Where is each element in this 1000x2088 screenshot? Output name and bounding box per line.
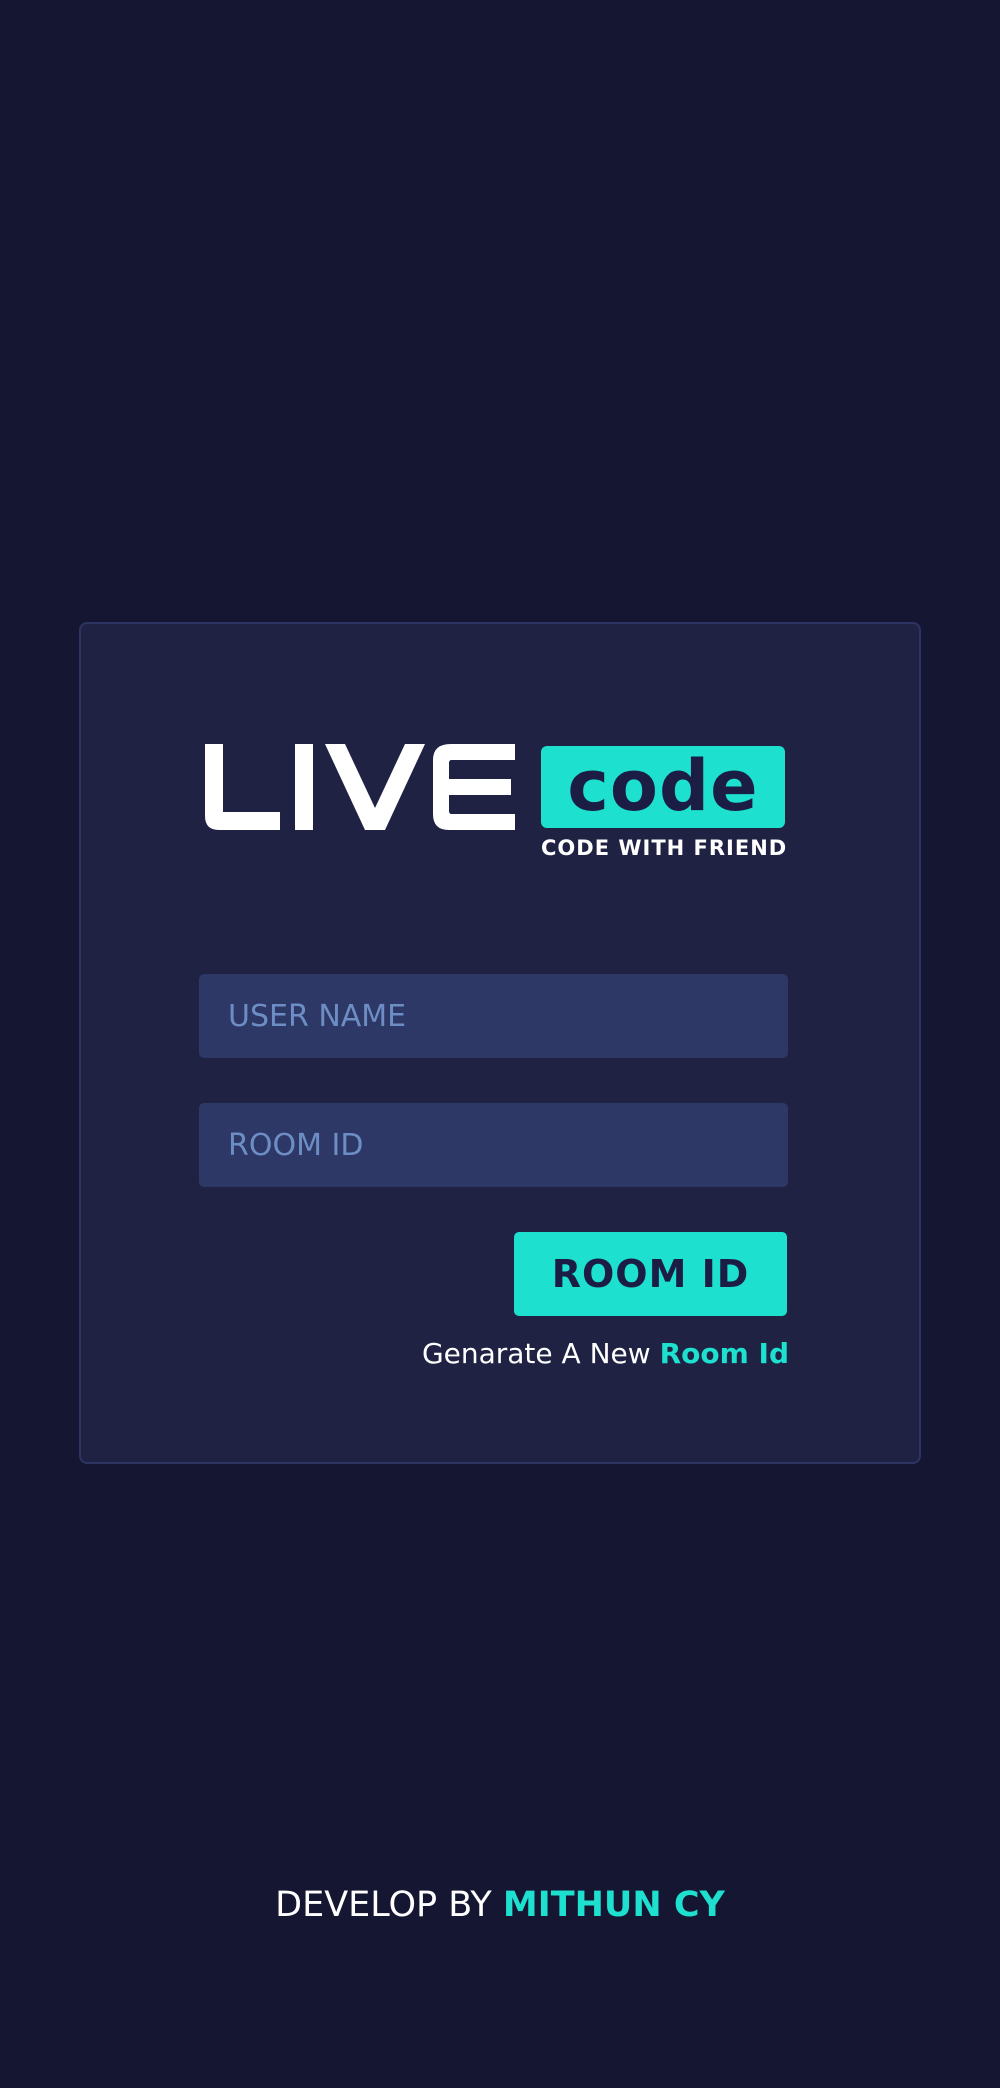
logo-live-wordmark: [205, 744, 515, 830]
footer-prefix: DEVELOP BY: [275, 1885, 492, 1925]
generate-room-line: Genarate A New Room Id: [422, 1336, 789, 1372]
room-id-input[interactable]: [199, 1103, 788, 1187]
live-code-logo: code CODE WITH FRIEND: [205, 744, 788, 862]
generate-room-id-link[interactable]: Room Id: [660, 1337, 789, 1370]
logo-code-badge: code: [541, 746, 785, 828]
page: code CODE WITH FRIEND ROOM ID Genarate A…: [0, 0, 1000, 2088]
footer-credit: DEVELOP BY MITHUN CY: [0, 1882, 1000, 1928]
logo-badge-text: code: [567, 745, 759, 827]
generate-room-prefix: Genarate A New: [421, 1337, 651, 1370]
join-room-button[interactable]: ROOM ID: [514, 1232, 787, 1316]
logo-tagline: CODE WITH FRIEND: [541, 836, 788, 860]
footer-author: MITHUN CY: [502, 1885, 725, 1925]
username-input[interactable]: [199, 974, 788, 1058]
